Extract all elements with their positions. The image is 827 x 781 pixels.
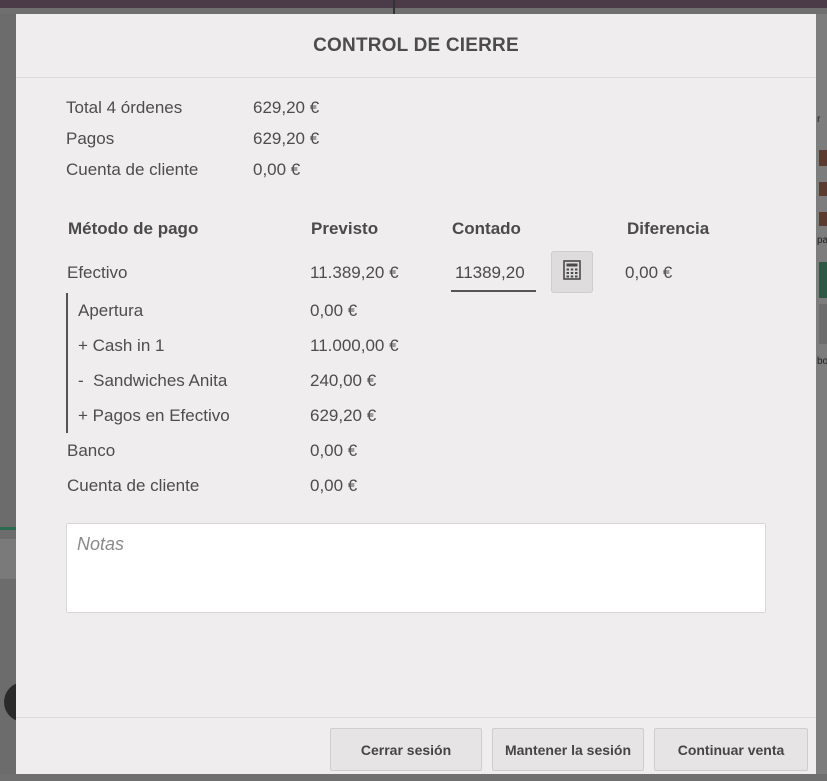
- cash-detail-row: - Sandwiches Anita 240,00 €: [66, 363, 766, 398]
- difference-amount: 0,00 €: [625, 263, 673, 282]
- background-text: bo: [817, 356, 827, 367]
- cash-detail-value: 0,00 €: [310, 301, 358, 320]
- background-product-thumb: [819, 262, 827, 298]
- payment-method-name: Banco: [67, 441, 116, 460]
- counted-cash-input[interactable]: [451, 256, 536, 292]
- payment-row-bank: Banco 0,00 €: [66, 433, 766, 468]
- expected-amount: 11.389,20 €: [310, 263, 399, 282]
- background-text: r: [817, 114, 821, 125]
- column-header-counted: Contado: [452, 219, 521, 238]
- cash-detail-value: 240,00 €: [310, 371, 377, 390]
- column-header-method: Método de pago: [68, 219, 199, 238]
- background-text: pa: [817, 235, 827, 246]
- background-product-thumb: [819, 150, 827, 166]
- cash-detail-row: + Pagos en Efectivo 629,20 €: [66, 398, 766, 433]
- background-left-box: [0, 539, 16, 579]
- background-right-panel: r pa bo: [816, 14, 827, 774]
- cash-detail-label: Apertura: [78, 301, 144, 320]
- calculator-icon: [563, 259, 581, 285]
- background-accent-line: [0, 527, 16, 530]
- background-product-thumb: [819, 304, 827, 344]
- cash-detail-row: + Cash in 1 11.000,00 €: [66, 328, 766, 363]
- summary-label: Cuenta de cliente: [66, 159, 199, 179]
- payment-row-customer-account: Cuenta de cliente 0,00 €: [66, 468, 766, 503]
- background-product-thumb: [819, 212, 827, 226]
- summary-label: Pagos: [66, 128, 115, 148]
- cash-detail-label: + Cash in 1: [78, 336, 165, 355]
- cash-detail-label: + Pagos en Efectivo: [78, 406, 230, 425]
- expected-amount: 0,00 €: [310, 441, 358, 460]
- notes-textarea[interactable]: Notas: [66, 523, 766, 613]
- background-left-panel: [0, 14, 44, 774]
- summary-value: 0,00 €: [253, 159, 301, 179]
- summary-row-payments: Pagos 629,20 €: [66, 123, 319, 154]
- summary-value: 629,20 €: [253, 97, 320, 117]
- calculator-button[interactable]: [551, 251, 593, 293]
- background-product-thumb: [819, 182, 827, 196]
- keep-session-button[interactable]: Mantener la sesión: [492, 728, 644, 771]
- summary-row-customer-account: Cuenta de cliente 0,00 €: [66, 154, 319, 185]
- column-header-expected: Previsto: [311, 219, 379, 238]
- dialog-footer: Cerrar sesión Mantener la sesión Continu…: [16, 717, 816, 774]
- session-summary: Total 4 órdenes 629,20 € Pagos 629,20 € …: [66, 92, 319, 185]
- cash-detail-label: - Sandwiches Anita: [78, 371, 228, 390]
- payment-method-name: Efectivo: [67, 263, 128, 282]
- cash-detail-value: 629,20 €: [310, 406, 377, 425]
- closing-control-dialog: CONTROL DE CIERRE Total 4 órdenes 629,20…: [16, 14, 816, 774]
- expected-amount: 0,00 €: [310, 476, 358, 495]
- background-divider: [393, 0, 395, 14]
- payment-row-cash: Efectivo 11.389,20 € 0,00 €: [66, 255, 766, 290]
- close-session-button[interactable]: Cerrar sesión: [330, 728, 482, 771]
- summary-label: Total 4 órdenes: [66, 97, 183, 117]
- dialog-header: CONTROL DE CIERRE: [16, 14, 816, 78]
- cash-detail-value: 11.000,00 €: [310, 336, 399, 355]
- summary-row-total-orders: Total 4 órdenes 629,20 €: [66, 92, 319, 123]
- summary-value: 629,20 €: [253, 128, 320, 148]
- background-app-topbar: [0, 0, 827, 8]
- notes-placeholder: Notas: [77, 534, 125, 554]
- cash-detail-row: Apertura 0,00 €: [66, 293, 766, 328]
- column-header-difference: Diferencia: [627, 219, 710, 238]
- payment-method-name: Cuenta de cliente: [67, 476, 200, 495]
- dialog-title: CONTROL DE CIERRE: [313, 34, 519, 56]
- continue-selling-button[interactable]: Continuar venta: [654, 728, 808, 771]
